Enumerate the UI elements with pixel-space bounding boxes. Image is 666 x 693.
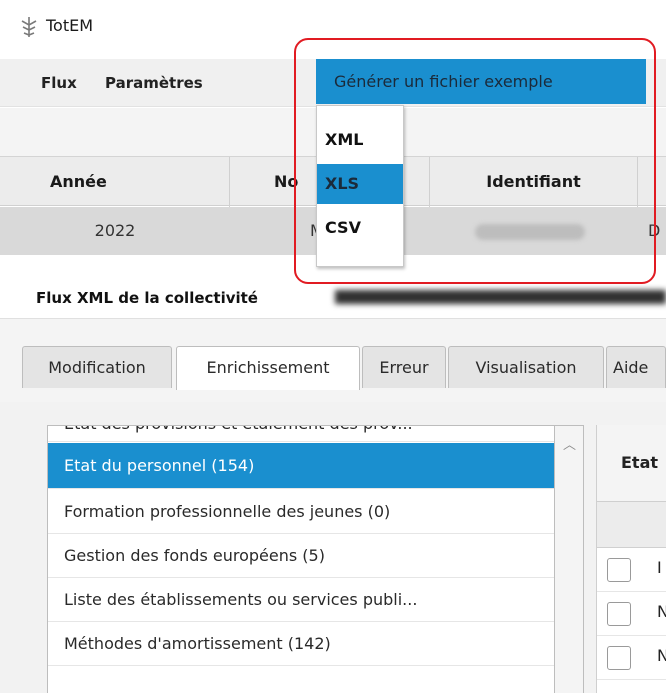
row-checkbox[interactable] xyxy=(607,646,631,670)
menu-parametres[interactable]: Paramètres xyxy=(105,59,203,107)
redacted-identifiant xyxy=(475,224,585,240)
row-text: N xyxy=(657,602,666,621)
menu-flux[interactable]: Flux xyxy=(41,59,77,107)
window-title: TotEM xyxy=(46,16,94,35)
title-bar: TotEM xyxy=(0,0,666,52)
menu-bar: Flux Paramètres Générer un fichier exemp… xyxy=(0,59,666,107)
flux-collectivite-label: Flux XML de la collectivité xyxy=(36,289,258,307)
tabs-bar: Modification Enrichissement Erreur Visua… xyxy=(0,318,666,402)
list-scrollbar[interactable]: ︿ xyxy=(555,425,584,693)
detail-title: Etat xyxy=(621,453,659,472)
list-item[interactable]: Méthodes d'amortissement (142) xyxy=(48,622,554,666)
row-text: N xyxy=(657,646,666,665)
menu-generer-fichier-exemple[interactable]: Générer un fichier exemple xyxy=(316,59,646,104)
app-logo-icon xyxy=(21,17,37,37)
redacted-collectivite-name xyxy=(335,290,666,304)
tab-erreur[interactable]: Erreur xyxy=(362,346,446,388)
list-item[interactable]: Liste des établissements ou services pub… xyxy=(48,578,554,622)
row-checkbox[interactable] xyxy=(607,558,631,582)
row-text: I xyxy=(657,558,662,577)
list-item[interactable]: Etat des provisions et étalement des pro… xyxy=(48,426,554,442)
detail-table-header xyxy=(597,502,666,548)
list-item-selected[interactable]: Etat du personnel (154) xyxy=(48,443,554,489)
annex-list: Etat des provisions et étalement des pro… xyxy=(47,425,555,693)
column-header-annee[interactable]: Année xyxy=(0,157,230,207)
table-row[interactable]: I xyxy=(597,548,666,592)
cell-annee: 2022 xyxy=(94,221,136,240)
menu-item-csv[interactable]: CSV xyxy=(317,208,403,248)
tab-aide[interactable]: Aide xyxy=(606,346,666,388)
tab-visualisation[interactable]: Visualisation xyxy=(448,346,604,388)
menu-item-xml[interactable]: XML xyxy=(317,120,403,160)
list-item[interactable] xyxy=(48,666,554,693)
tab-modification[interactable]: Modification xyxy=(22,346,172,388)
detail-panel: Etat I N N xyxy=(596,425,666,693)
table-row[interactable]: N xyxy=(597,592,666,636)
generer-dropdown-menu: XML XLS CSV xyxy=(316,105,404,267)
list-item[interactable]: Formation professionnelle des jeunes (0) xyxy=(48,490,554,534)
table-row[interactable]: N xyxy=(597,636,666,680)
row-checkbox[interactable] xyxy=(607,602,631,626)
detail-table: I N N xyxy=(597,501,666,693)
cell-extra: D xyxy=(648,221,661,240)
list-item[interactable]: Gestion des fonds européens (5) xyxy=(48,534,554,578)
tab-enrichissement[interactable]: Enrichissement xyxy=(176,346,360,390)
column-header-identifiant[interactable]: Identifiant xyxy=(430,157,638,207)
column-header-extra[interactable] xyxy=(638,157,666,207)
scroll-up-icon[interactable]: ︿ xyxy=(563,434,576,453)
menu-item-xls[interactable]: XLS xyxy=(317,164,403,204)
